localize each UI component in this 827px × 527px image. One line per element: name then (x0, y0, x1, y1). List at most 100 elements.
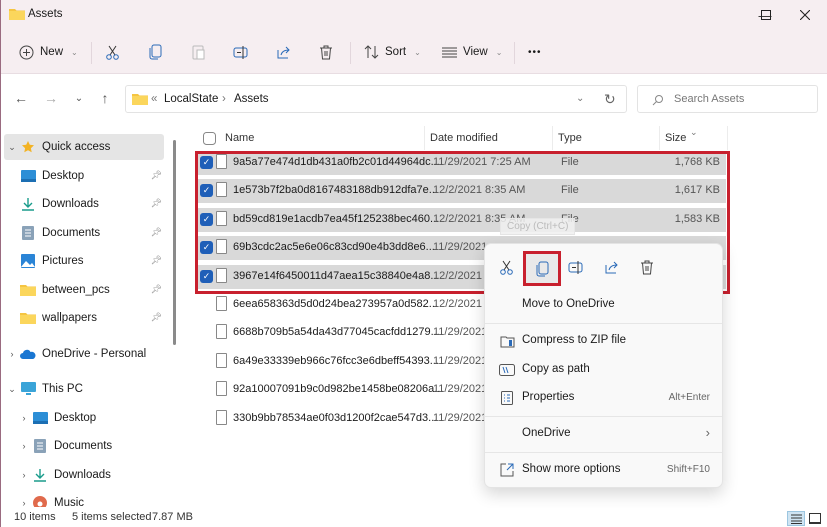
column-divider[interactable] (659, 126, 660, 150)
menu-item-label: Show more options (522, 463, 621, 475)
forward-button[interactable]: → (41, 88, 61, 108)
chevron-down-icon[interactable]: ⌄ (4, 384, 20, 395)
breadcrumb-separator: › (222, 93, 226, 105)
select-all-checkbox[interactable] (203, 126, 216, 150)
menu-item-compress-zip[interactable]: Compress to ZIP file (489, 327, 718, 355)
up-button[interactable]: ↑ (95, 88, 115, 108)
new-label: New (40, 46, 64, 58)
sidebar-item-pc-desktop[interactable]: › Desktop (16, 405, 164, 431)
sidebar-item-between-pcs[interactable]: between_pcs 📌︎ (20, 277, 164, 303)
paste-button[interactable] (191, 39, 206, 65)
delete-button[interactable] (319, 39, 333, 65)
chevron-right-icon[interactable]: › (16, 470, 32, 480)
file-type: File (561, 156, 579, 168)
row-checkbox[interactable]: ✓ (200, 213, 213, 226)
chevron-right-icon[interactable]: › (16, 498, 32, 507)
breadcrumb-item-localstate[interactable]: LocalState (164, 93, 218, 105)
context-delete-button[interactable] (631, 252, 663, 282)
breadcrumb-overflow[interactable]: « (151, 93, 157, 105)
menu-item-label: Move to OneDrive (522, 298, 615, 310)
sort-button[interactable]: Sort ⌄ (364, 39, 421, 65)
menu-separator (485, 323, 722, 324)
sidebar-item-quick-access[interactable]: ⌄ Quick access (4, 134, 164, 160)
chevron-down-icon[interactable]: ⌄ (4, 142, 20, 153)
sidebar-item-desktop[interactable]: Desktop 📌︎ (20, 163, 164, 189)
menu-item-properties[interactable]: Properties Alt+Enter (489, 384, 718, 412)
menu-item-show-more-options[interactable]: Show more options Shift+F10 (489, 456, 718, 484)
file-size: 1,768 KB (674, 156, 720, 168)
pin-icon[interactable]: 📌︎ (151, 170, 162, 181)
search-box[interactable]: Search Assets (637, 85, 818, 113)
context-share-button[interactable] (595, 252, 627, 282)
cut-button[interactable] (105, 39, 120, 65)
window-title: Assets (28, 8, 63, 20)
sidebar-item-wallpapers[interactable]: wallpapers 📌︎ (20, 305, 164, 331)
file-row[interactable]: ✓ 9a5a77e474d1db431a0fb2c01d44964dc... 11/… (197, 151, 726, 175)
file-row[interactable]: ✓ 1e573b7f2ba0d8167483188db912dfa7e... 12/… (197, 179, 726, 203)
pin-icon[interactable]: 📌︎ (151, 227, 162, 238)
rename-button[interactable] (233, 39, 249, 65)
pin-icon[interactable]: 📌︎ (151, 255, 162, 266)
large-icons-view-button[interactable] (806, 511, 824, 526)
chevron-right-icon[interactable]: › (4, 349, 20, 359)
menu-item-label: Copy as path (522, 363, 590, 375)
row-checkbox[interactable]: ✓ (200, 270, 213, 283)
column-divider[interactable] (424, 126, 425, 150)
file-name: bd59cd819e1acdb7ea45f125238bec460... (233, 213, 440, 225)
chevron-down-icon: ⌄ (495, 47, 503, 57)
tooltip: Copy (Ctrl+C) (500, 218, 576, 235)
column-header-date[interactable]: Date modified (430, 126, 498, 150)
context-copy-button[interactable] (523, 251, 561, 286)
sidebar-item-pc-documents[interactable]: › Documents (16, 433, 164, 459)
address-bar[interactable]: « LocalState › Assets ⌄ ↻ (125, 85, 627, 113)
sidebar-scrollbar[interactable] (173, 140, 176, 345)
close-button[interactable] (782, 0, 827, 30)
sidebar-item-documents[interactable]: Documents 📌︎ (20, 220, 164, 246)
column-divider[interactable] (727, 126, 728, 150)
copy-button[interactable] (148, 39, 163, 65)
sidebar-item-pictures[interactable]: Pictures 📌︎ (20, 248, 164, 274)
sidebar-item-this-pc[interactable]: ⌄ This PC (4, 376, 164, 402)
column-header-size[interactable]: Size (665, 126, 686, 150)
folder-icon (132, 94, 148, 105)
column-divider[interactable] (552, 126, 553, 150)
paste-icon (192, 45, 205, 60)
row-checkbox[interactable]: ✓ (200, 184, 213, 197)
sidebar-item-pc-music[interactable]: › Music (16, 490, 164, 507)
file-name: 3967e14f6450011d47aea15c38840e4a8... (233, 270, 440, 282)
menu-item-onedrive[interactable]: OneDrive › (489, 420, 718, 448)
address-dropdown-button[interactable]: ⌄ (576, 93, 584, 104)
back-button[interactable]: ← (11, 88, 31, 108)
sort-icon (364, 45, 379, 59)
column-header-type[interactable]: Type (558, 126, 582, 150)
column-header-name[interactable]: Name (225, 126, 254, 150)
menu-item-move-to-onedrive[interactable]: Move to OneDrive (489, 291, 718, 319)
context-rename-button[interactable] (560, 252, 592, 282)
breadcrumb-item-assets[interactable]: Assets (234, 93, 269, 105)
row-checkbox[interactable]: ✓ (200, 241, 213, 254)
pin-icon[interactable]: 📌︎ (151, 198, 162, 209)
refresh-button[interactable]: ↻ (604, 91, 616, 108)
share-button[interactable] (276, 39, 291, 65)
menu-item-copy-as-path[interactable]: Copy as path (489, 356, 718, 384)
sidebar-item-pc-downloads[interactable]: › Downloads (16, 462, 164, 488)
more-options-button[interactable]: ••• (528, 39, 542, 65)
file-row[interactable]: ✓ bd59cd819e1acdb7ea45f125238bec460... 12/… (197, 208, 726, 232)
sidebar-item-onedrive[interactable]: › OneDrive - Personal (4, 341, 164, 367)
sidebar-item-label: OneDrive - Personal (42, 348, 147, 360)
pin-icon[interactable]: 📌︎ (151, 284, 162, 295)
view-button[interactable]: View ⌄ (442, 39, 502, 65)
file-icon (216, 381, 227, 396)
chevron-right-icon[interactable]: › (16, 413, 32, 423)
chevron-right-icon[interactable]: › (16, 441, 32, 451)
recent-locations-button[interactable]: ⌄ (69, 88, 89, 108)
row-checkbox[interactable]: ✓ (200, 156, 213, 169)
large-icons-view-icon (809, 513, 821, 524)
file-name: 1e573b7f2ba0d8167483188db912dfa7e... (233, 184, 438, 196)
new-button[interactable]: New ⌄ (19, 39, 78, 65)
details-view-button[interactable] (787, 511, 805, 526)
sidebar-item-downloads[interactable]: Downloads 📌︎ (20, 191, 164, 217)
pin-icon[interactable]: 📌︎ (151, 312, 162, 323)
file-date: 12/2/2021 8 (433, 270, 492, 282)
context-cut-button[interactable] (490, 252, 522, 282)
